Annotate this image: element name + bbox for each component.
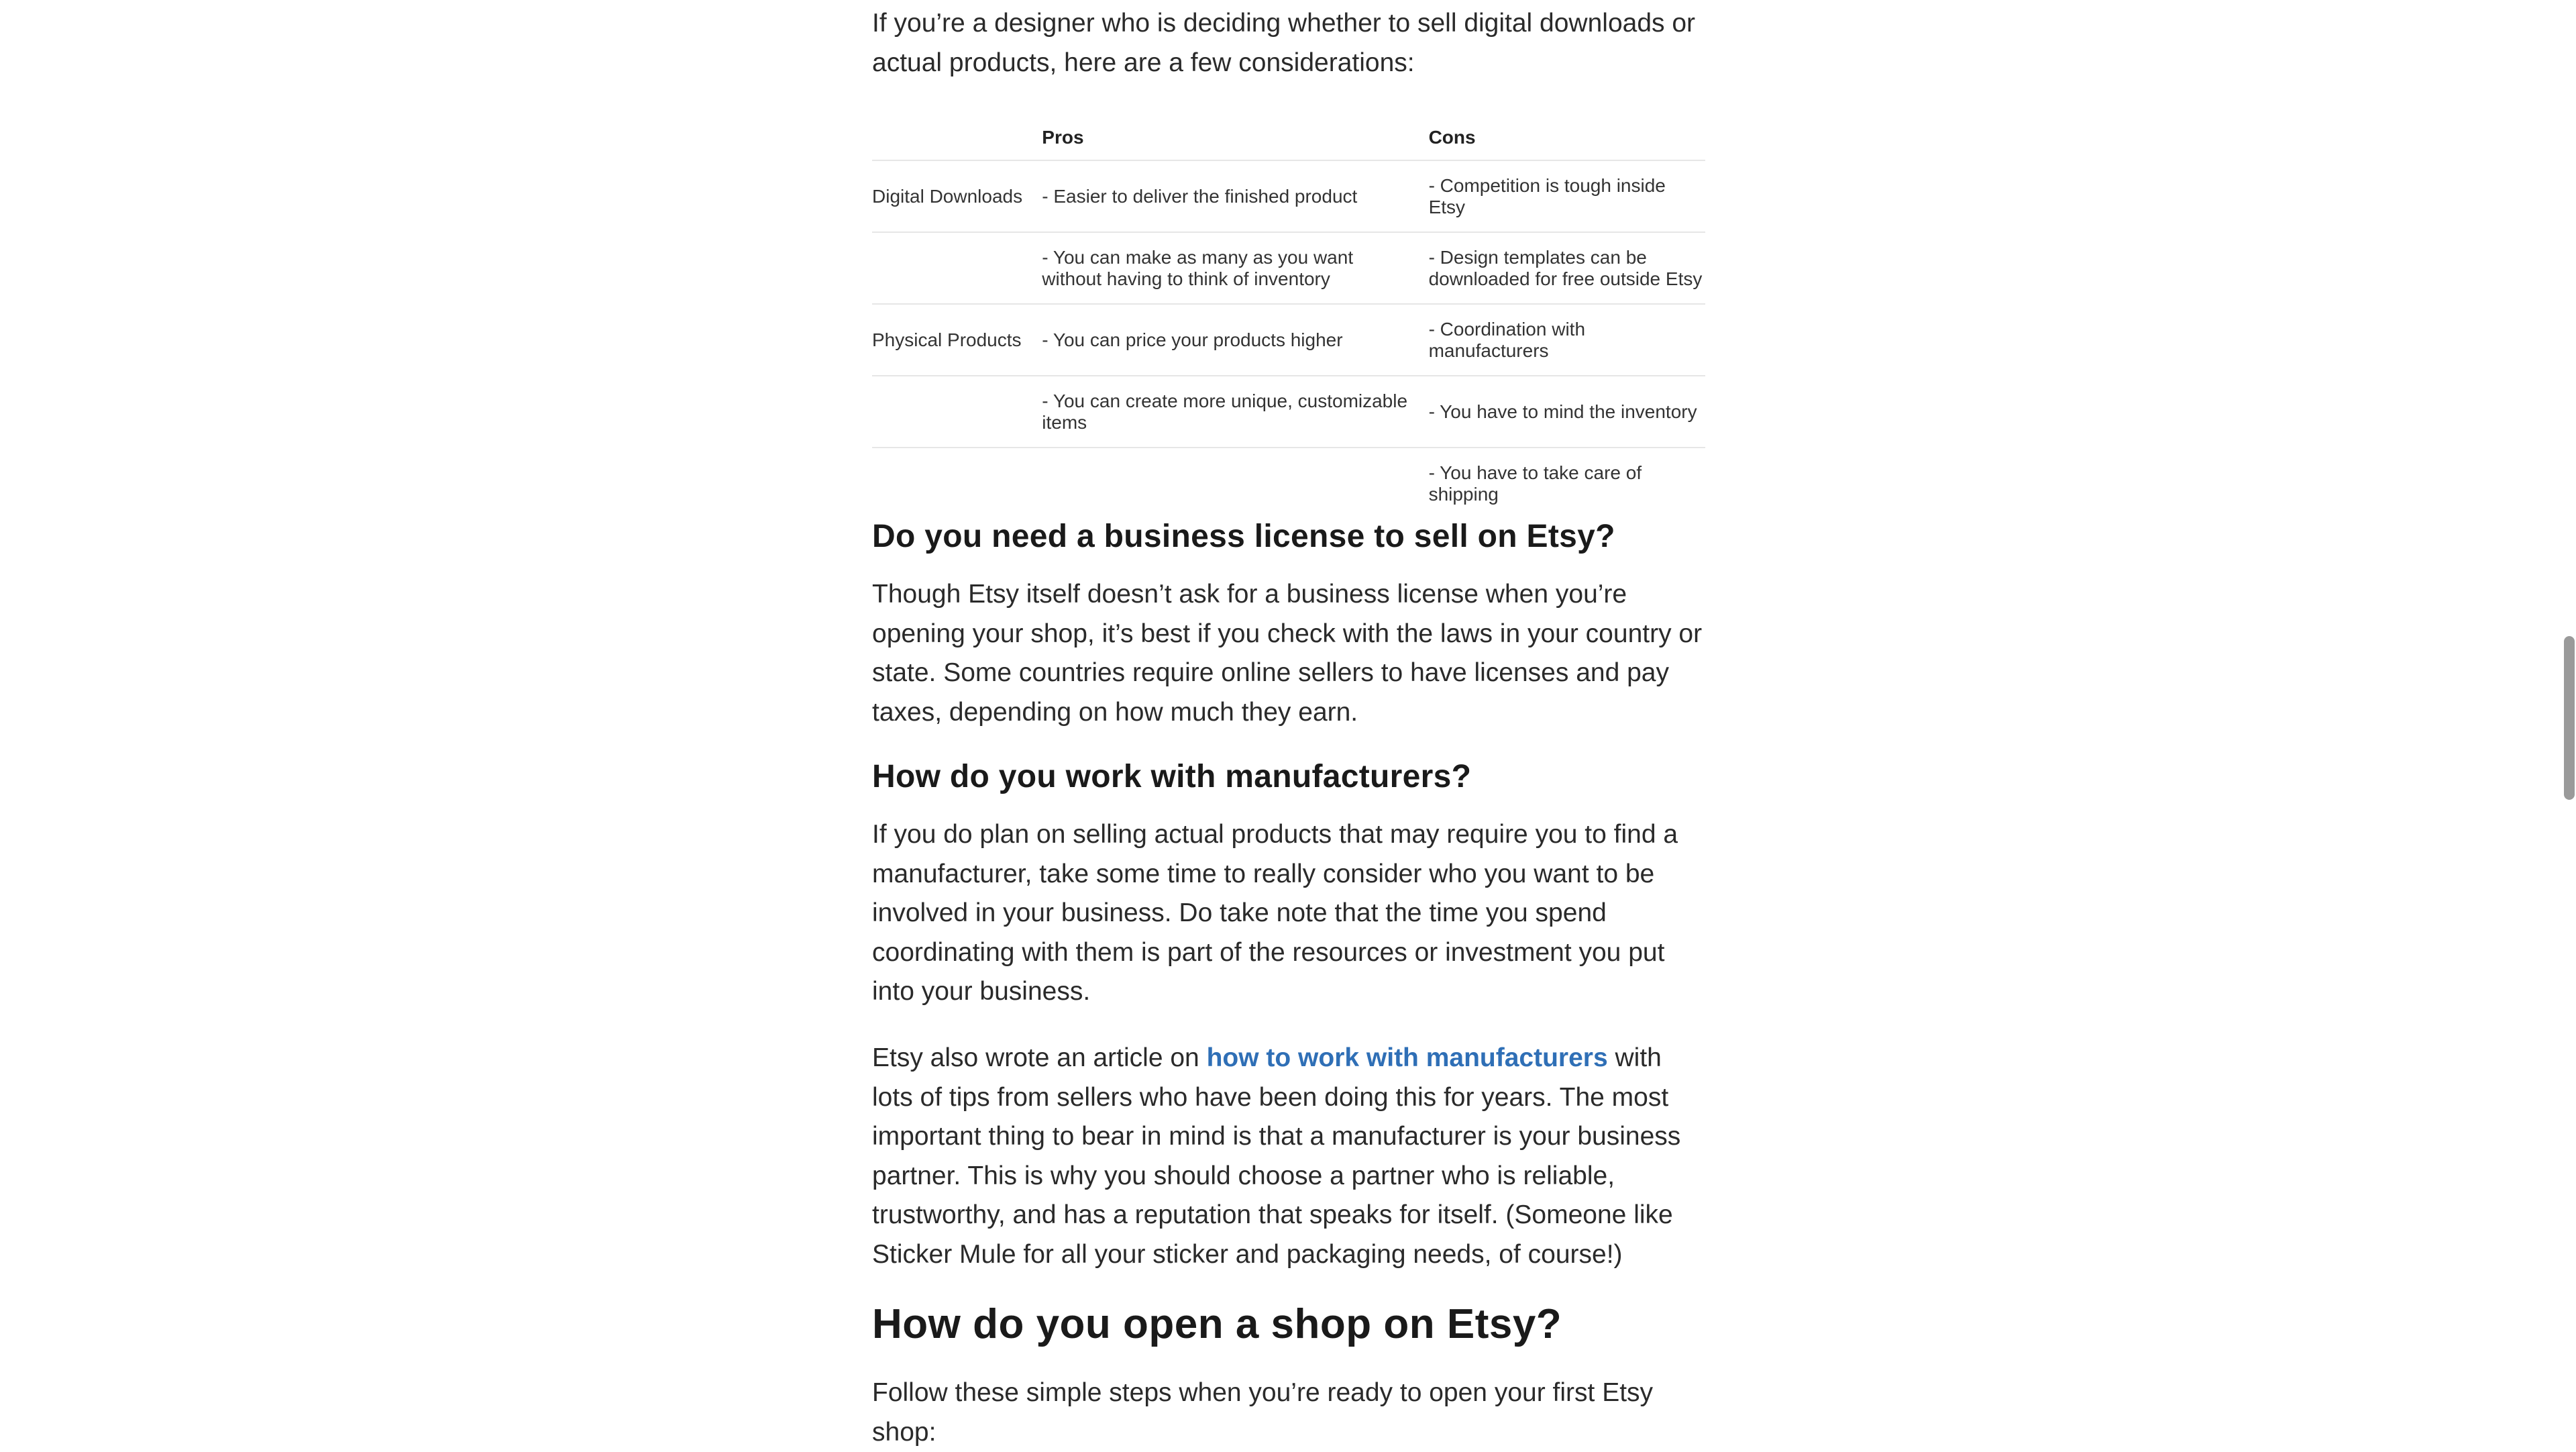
row-label: Physical Products — [872, 303, 1042, 376]
con-cell: - You have to take care of shipping — [1428, 447, 1705, 519]
heading-open-shop: How do you open a shop on Etsy? — [872, 1301, 1562, 1347]
con-cell: - Competition is tough inside Etsy — [1428, 160, 1705, 232]
table-row: Physical Products - You can price your p… — [872, 303, 1705, 376]
table-header-pros: Pros — [1042, 127, 1084, 148]
table-row: Digital Downloads - Easier to deliver th… — [872, 160, 1705, 232]
pro-cell: - You can price your products higher — [1042, 303, 1429, 376]
paragraph-open-shop: Follow these simple steps when you’re re… — [872, 1378, 1654, 1447]
heading-business-license: Do you need a business license to sell o… — [872, 519, 1615, 554]
pro-cell — [1042, 447, 1429, 519]
con-cell: - Design templates can be downloaded for… — [1428, 231, 1705, 304]
con-cell: - You have to mind the inventory — [1428, 375, 1705, 448]
row-label — [872, 375, 1042, 448]
table-header-row: Pros Cons — [872, 115, 1705, 160]
table-row: - You have to take care of shipping — [872, 447, 1705, 519]
scrollbar[interactable] — [2561, 0, 2576, 1449]
table-row: - You can make as many as you want witho… — [872, 231, 1705, 304]
heading-manufacturers: How do you work with manufacturers? — [872, 759, 1472, 794]
link-how-to-work-with-manufacturers[interactable]: how to work with manufacturers — [1207, 1043, 1608, 1072]
table-header-cons: Cons — [1428, 127, 1476, 148]
paragraph-manufacturers: If you do plan on selling actual product… — [872, 820, 1678, 1006]
table-row: - You can create more unique, customizab… — [872, 375, 1705, 448]
paragraph-business-license: Though Etsy itself doesn’t ask for a bus… — [872, 580, 1703, 727]
row-label — [872, 231, 1042, 304]
table-header-empty — [872, 115, 1042, 160]
pro-cell: - You can make as many as you want witho… — [1042, 231, 1429, 304]
paragraph-text-before-link: Etsy also wrote an article on — [872, 1043, 1207, 1072]
paragraph-text-after-link: with lots of tips from sellers who have … — [872, 1043, 1681, 1269]
intro-paragraph: If you’re a designer who is deciding whe… — [872, 9, 1696, 77]
row-label: Digital Downloads — [872, 160, 1042, 232]
paragraph-manufacturers-article: Etsy also wrote an article on how to wor… — [872, 1039, 1705, 1274]
pro-cell: - You can create more unique, customizab… — [1042, 375, 1429, 448]
pro-cell: - Easier to deliver the finished product — [1042, 160, 1429, 232]
con-cell: - Coordination with manufacturers — [1428, 303, 1705, 376]
pros-cons-table: Pros Cons Digital Downloads - Easier to … — [872, 115, 1705, 519]
row-label — [872, 447, 1042, 519]
scrollbar-thumb[interactable] — [2564, 636, 2575, 800]
